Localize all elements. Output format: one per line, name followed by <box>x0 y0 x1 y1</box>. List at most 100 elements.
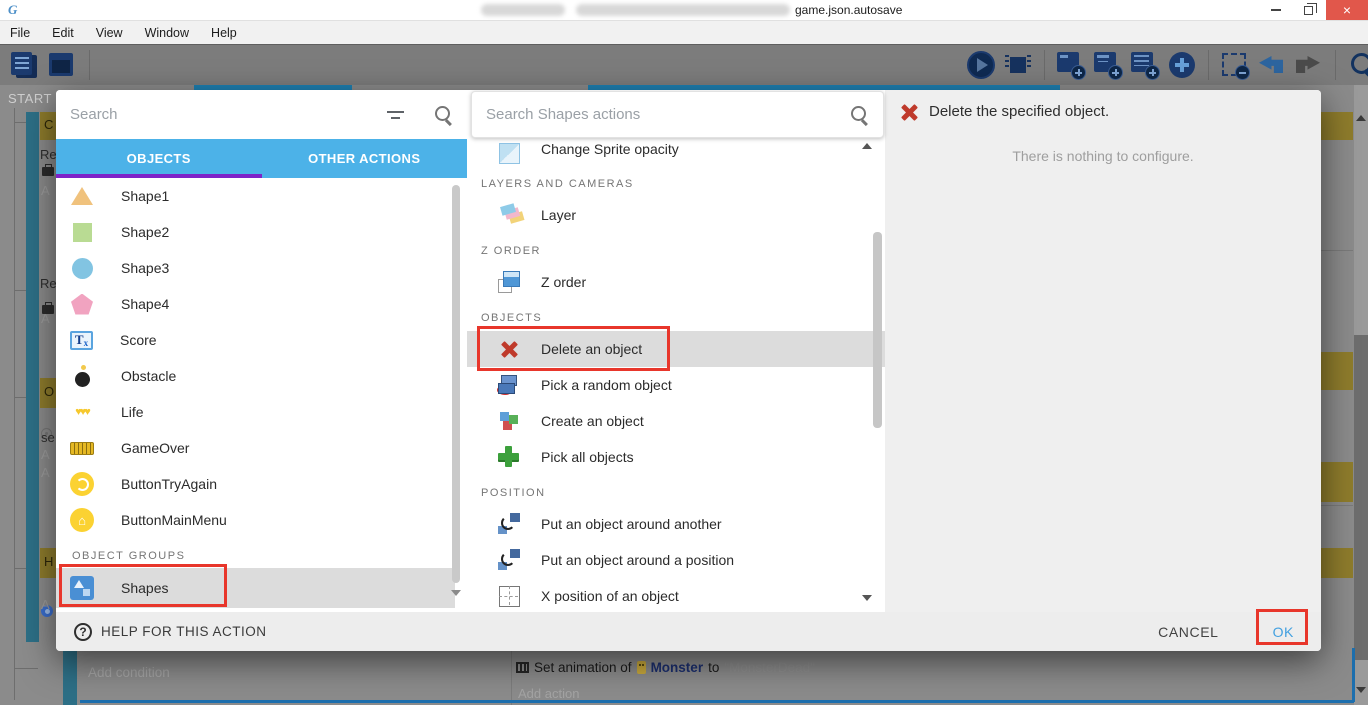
event-tree-line <box>14 568 26 569</box>
action-item-pick-all-objects[interactable]: Pick all objects <box>467 439 885 475</box>
scene-tab-label: START <box>8 91 52 106</box>
action-label: Pick all objects <box>541 449 634 465</box>
scroll-up-icon[interactable] <box>862 143 872 149</box>
text-object-icon <box>70 331 93 350</box>
close-button[interactable]: × <box>1326 0 1368 20</box>
help-label: HELP FOR THIS ACTION <box>101 624 267 639</box>
remove-selection-icon <box>1220 50 1250 80</box>
toolbar-separator <box>1044 50 1045 80</box>
action-item-change-sprite-opacity[interactable]: Change Sprite opacity <box>467 139 885 166</box>
search-icon <box>1347 50 1368 80</box>
add-comment-event-icon <box>1130 50 1160 80</box>
ok-button[interactable]: OK <box>1273 624 1294 640</box>
object-item-shape2[interactable]: Shape2 <box>56 214 455 250</box>
add-condition-button: Add condition <box>88 665 170 680</box>
menu-view[interactable]: View <box>96 26 123 40</box>
restore-button[interactable] <box>1294 0 1322 20</box>
event-fragment: C <box>44 117 53 132</box>
tab-objects[interactable]: OBJECTS <box>56 139 262 178</box>
around-position-icon <box>497 548 521 572</box>
create-object-icon <box>497 409 521 433</box>
object-tabs: OBJECTS OTHER ACTIONS <box>56 139 467 178</box>
plus-badge-icon <box>1145 65 1160 80</box>
action-item-pick-a-random-object[interactable]: Pick a random object <box>467 367 885 403</box>
event-fragment: A <box>41 311 50 326</box>
action-label: Pick a random object <box>541 377 672 393</box>
minus-badge-icon <box>1235 65 1250 80</box>
section-header-layers-and-cameras: LAYERS AND CAMERAS <box>467 166 885 197</box>
group-item-shapes[interactable]: Shapes <box>56 568 455 608</box>
section-header-position: POSITION <box>467 475 885 506</box>
action-item-delete-an-object[interactable]: Delete an object <box>467 331 885 367</box>
around-object-icon <box>497 512 521 536</box>
menu-file[interactable]: File <box>10 26 30 40</box>
bomb-icon <box>70 364 94 388</box>
menu-edit[interactable]: Edit <box>52 26 74 40</box>
object-item-life[interactable]: Life <box>56 394 455 430</box>
opacity-icon <box>497 141 521 165</box>
object-item-shape4[interactable]: Shape4 <box>56 286 455 322</box>
action-item-x-position[interactable]: X position of an object <box>467 578 885 612</box>
scroll-down-icon[interactable] <box>862 595 872 601</box>
filter-icon[interactable] <box>387 109 405 121</box>
help-icon <box>74 623 92 641</box>
object-item-score[interactable]: Score <box>56 322 455 358</box>
comment-event-block <box>1321 548 1353 578</box>
event-indent-bar <box>63 648 77 705</box>
action-value: "MonsterDead" <box>724 660 815 675</box>
cancel-button[interactable]: CANCEL <box>1158 624 1218 640</box>
undo-icon <box>1257 50 1287 80</box>
condition-action-divider <box>511 651 512 705</box>
menu-window[interactable]: Window <box>145 26 189 40</box>
action-description: Delete the specified object. <box>929 103 1109 120</box>
add-circle-icon <box>1167 50 1197 80</box>
object-groups-header: OBJECT GROUPS <box>56 538 455 568</box>
add-event-icon <box>1056 50 1086 80</box>
action-list: Change Sprite opacity LAYERS AND CAMERAS… <box>467 139 885 612</box>
action-list-scrollbar-thumb[interactable] <box>873 232 882 428</box>
object-item-obstacle[interactable]: Obstacle <box>56 358 455 394</box>
plus-badge-icon <box>1108 65 1123 80</box>
redo-icon <box>1294 50 1324 80</box>
nothing-to-configure-text: There is nothing to configure. <box>885 148 1321 164</box>
event-fragment: Re <box>40 147 57 162</box>
object-list-scrollbar-thumb[interactable] <box>452 185 460 583</box>
main-scrollbar-thumb <box>1354 335 1368 660</box>
action-item-put-object-around-position[interactable]: Put an object around a position <box>467 542 885 578</box>
instruction-editor-dialog: OBJECTS OTHER ACTIONS Shape1 Shape2 Shap… <box>56 90 1321 651</box>
help-button[interactable]: HELP FOR THIS ACTION <box>74 623 267 641</box>
add-action-button: Add action <box>518 686 579 701</box>
action-label: X position of an object <box>541 588 679 604</box>
object-item-shape1[interactable]: Shape1 <box>56 178 455 214</box>
restore-icon <box>1304 6 1313 15</box>
action-item-put-object-around-another[interactable]: Put an object around another <box>467 506 885 542</box>
object-item-buttonmainmenu[interactable]: ButtonMainMenu <box>56 502 455 538</box>
object-item-buttontryagain[interactable]: ButtonTryAgain <box>56 466 455 502</box>
minimize-button[interactable] <box>1262 0 1290 20</box>
plus-bar <box>1180 58 1184 72</box>
arc-mark <box>501 516 515 530</box>
event-tree-line <box>14 108 15 700</box>
add-sub-event-icon <box>1093 50 1123 80</box>
scroll-down-icon[interactable] <box>451 590 461 596</box>
tab-other-actions[interactable]: OTHER ACTIONS <box>262 139 468 178</box>
object-item-gameover[interactable]: GameOver <box>56 430 455 466</box>
home-button-icon <box>70 508 94 532</box>
action-row: Set animation of Monster to "MonsterDead… <box>516 660 815 675</box>
toolbar-separator <box>89 50 90 80</box>
event-fragment: A <box>41 183 50 198</box>
circle-shape-icon <box>70 256 94 280</box>
gameover-text-icon <box>70 436 94 460</box>
action-item-create-an-object[interactable]: Create an object <box>467 403 885 439</box>
event-fragment: A <box>41 447 50 462</box>
briefcase-icon <box>42 167 54 176</box>
object-label: Score <box>120 332 157 348</box>
object-item-shape3[interactable]: Shape3 <box>56 250 455 286</box>
object-search-input[interactable] <box>70 106 387 123</box>
action-item-layer[interactable]: Layer <box>467 197 885 233</box>
action-item-z-order[interactable]: Z order <box>467 264 885 300</box>
menu-help[interactable]: Help <box>211 26 237 40</box>
action-search-input[interactable] <box>486 106 849 123</box>
search-icon <box>849 105 869 125</box>
scroll-up-icon <box>1356 115 1366 121</box>
